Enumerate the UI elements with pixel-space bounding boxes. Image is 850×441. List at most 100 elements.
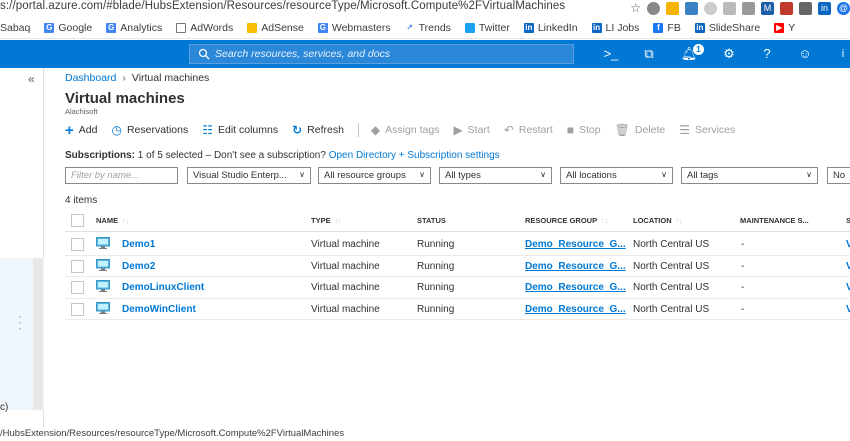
help-icon[interactable]: ?: [758, 45, 776, 63]
reservations-button[interactable]: ◷ Reservations: [111, 123, 188, 137]
url-text[interactable]: s://portal.azure.com/#blade/HubsExtensio…: [0, 0, 565, 12]
play-icon: ▶: [453, 123, 463, 137]
grouping-filter[interactable]: No: [827, 167, 850, 184]
analytics-extension-icon[interactable]: [666, 1, 679, 15]
azure-top-bar: Search resources, services, and docs >_ …: [0, 40, 850, 68]
feedback-icon[interactable]: ☺: [796, 45, 814, 63]
column-header-status[interactable]: STATUS: [417, 216, 446, 225]
bookmark-li-jobs[interactable]: in LI Jobs: [591, 22, 639, 34]
bookmark-youtube[interactable]: ▶ Y: [774, 22, 795, 34]
subscription-filter[interactable]: Visual Studio Enterp... ∨: [187, 167, 311, 184]
bookmark-twitter[interactable]: Twitter: [464, 22, 510, 34]
refresh-button[interactable]: ↻ Refresh: [292, 123, 344, 137]
bookmark-sabaq[interactable]: Sabaq: [0, 22, 30, 34]
cloud-extension-icon[interactable]: [723, 1, 736, 15]
browser-address-bar[interactable]: s://portal.azure.com/#blade/HubsExtensio…: [0, 0, 850, 16]
vm-name-link[interactable]: Demo1: [122, 239, 155, 250]
vm-name-link[interactable]: DemoLinuxClient: [122, 282, 204, 293]
chevron-down-icon: ∨: [540, 170, 546, 179]
services-button[interactable]: ☰ Services: [679, 123, 735, 137]
delete-button[interactable]: 🗑︎ Delete: [615, 123, 666, 137]
bookmark-slideshare[interactable]: in SlideShare: [694, 22, 760, 34]
vm-name-link[interactable]: DemoWinClient: [122, 304, 196, 315]
vm-extra-link[interactable]: V: [846, 261, 850, 272]
collapse-nav-button[interactable]: «: [28, 72, 35, 86]
add-button[interactable]: + Add: [65, 122, 97, 139]
directory-filter-icon[interactable]: ⧉: [640, 45, 658, 63]
table-row[interactable]: Demo2 Virtual machine Running Demo_Resou…: [65, 256, 850, 277]
cloud-shell-icon[interactable]: >_: [602, 45, 620, 63]
resource-group-link[interactable]: Demo_Resource_G...: [525, 239, 626, 250]
vm-name-link[interactable]: Demo2: [122, 261, 155, 272]
edit-columns-button[interactable]: ☷ Edit columns: [202, 123, 278, 137]
camera-extension-icon[interactable]: [742, 1, 755, 15]
row-checkbox[interactable]: [71, 238, 84, 251]
select-all-checkbox[interactable]: [71, 214, 84, 227]
assign-tags-button[interactable]: ◆ Assign tags: [371, 123, 440, 137]
sort-icon: ↑↓: [601, 218, 609, 225]
chevron-right-icon: ›: [122, 72, 126, 84]
bookmark-adwords[interactable]: AdWords: [176, 22, 233, 34]
column-header-type[interactable]: TYPE ↑↓: [311, 216, 342, 225]
vm-location: North Central US: [633, 303, 710, 315]
directory-settings-link[interactable]: Open Directory + Subscription settings: [329, 150, 500, 161]
gear-icon[interactable]: ⚙: [720, 45, 738, 63]
linkedin-icon: in: [694, 22, 705, 33]
table-row[interactable]: DemoLinuxClient Virtual machine Running …: [65, 277, 850, 299]
resource-group-link[interactable]: Demo_Resource_G...: [525, 282, 626, 293]
table-row[interactable]: Demo1 Virtual machine Running Demo_Resou…: [65, 234, 850, 256]
tags-filter[interactable]: All tags ∨: [681, 167, 818, 184]
vm-extra-link[interactable]: V: [846, 304, 850, 315]
refresh-icon: ↻: [292, 123, 303, 137]
globe-extension-icon[interactable]: [647, 1, 660, 15]
breadcrumb-dashboard[interactable]: Dashboard: [65, 72, 116, 84]
breadcrumb: Dashboard › Virtual machines: [65, 72, 209, 84]
column-header-location[interactable]: LOCATION ↑↓: [633, 216, 683, 225]
at-extension-icon[interactable]: @: [837, 1, 850, 15]
vm-extra-link[interactable]: V: [846, 282, 850, 293]
restart-button[interactable]: ↶ Restart: [504, 123, 553, 137]
column-header-name[interactable]: NAME ↑↓: [96, 216, 129, 225]
pdf-extension-icon[interactable]: [780, 1, 793, 15]
vm-extra-link[interactable]: V: [846, 239, 850, 250]
type-filter[interactable]: All types ∨: [439, 167, 552, 184]
circle-extension-icon[interactable]: [704, 1, 717, 15]
more-icon[interactable]: · · ·: [18, 310, 22, 334]
chart-extension-icon[interactable]: [685, 1, 698, 15]
location-filter[interactable]: All locations ∨: [560, 167, 673, 184]
google-icon: G: [44, 22, 55, 33]
google-icon: G: [106, 22, 117, 33]
bookmark-trends[interactable]: ↗ Trends: [404, 22, 451, 34]
twitter-icon: [464, 22, 475, 33]
column-header-resource-group[interactable]: RESOURCE GROUP ↑↓: [525, 216, 608, 225]
row-checkbox[interactable]: [71, 259, 84, 273]
bookmark-google[interactable]: G Google: [44, 22, 92, 34]
resource-group-filter[interactable]: All resource groups ∨: [318, 167, 431, 184]
bookmark-adsense[interactable]: AdSense: [247, 22, 304, 34]
row-checkbox[interactable]: [71, 281, 84, 294]
global-search-input[interactable]: Search resources, services, and docs: [189, 44, 574, 64]
row-checkbox[interactable]: [71, 302, 84, 316]
bookmark-fb[interactable]: f FB: [653, 22, 681, 34]
bookmark-analytics[interactable]: G Analytics: [106, 22, 162, 34]
filter-by-name-input[interactable]: Filter by name...: [65, 167, 178, 184]
book-extension-icon[interactable]: [799, 1, 812, 15]
sort-icon: ↑↓: [675, 218, 683, 225]
column-header-maintenance[interactable]: MAINTENANCE S...: [740, 216, 809, 225]
resource-group-link[interactable]: Demo_Resource_G...: [525, 304, 626, 315]
columns-icon: ☷: [202, 123, 213, 137]
m-extension-icon[interactable]: M: [761, 1, 774, 15]
bookmark-linkedin[interactable]: in LinkedIn: [523, 22, 578, 34]
linkedin-extension-icon[interactable]: in: [818, 1, 831, 15]
column-header-extra[interactable]: S: [846, 216, 850, 225]
user-account[interactable]: i: [834, 45, 850, 63]
start-button[interactable]: ▶ Start: [453, 123, 489, 137]
adsense-icon: [247, 22, 258, 33]
bookmark-webmasters[interactable]: G Webmasters: [317, 22, 391, 34]
resource-group-link[interactable]: Demo_Resource_G...: [525, 261, 626, 272]
stop-button[interactable]: ■ Stop: [567, 123, 601, 137]
left-scrollbar[interactable]: [33, 258, 43, 410]
star-icon[interactable]: ☆: [630, 1, 641, 15]
breadcrumb-current: Virtual machines: [131, 72, 210, 84]
table-row[interactable]: DemoWinClient Virtual machine Running De…: [65, 299, 850, 320]
